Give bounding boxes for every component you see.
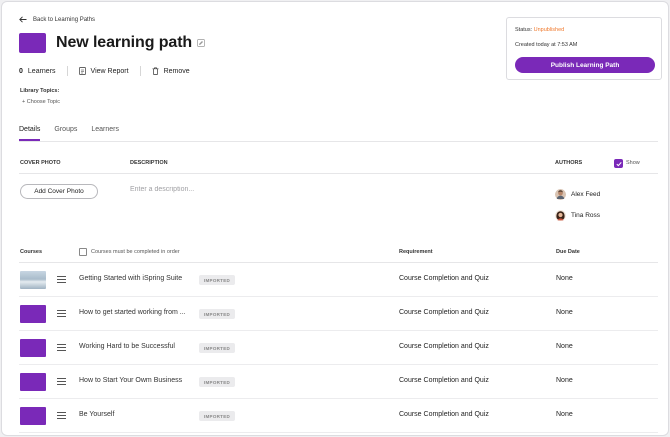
course-thumbnail [20,373,46,391]
course-due-date[interactable]: None [556,343,573,350]
report-icon [78,67,86,75]
divider [19,173,658,174]
course-name[interactable]: Getting Started with iSpring Suite [79,275,182,282]
drag-handle-icon[interactable] [57,378,66,385]
status-value: Unpublished [533,27,565,33]
course-due-date[interactable]: None [556,309,573,316]
path-cover-thumbnail [19,33,46,53]
description-header: DESCRIPTION [130,160,168,166]
author-name: Alex Feed [571,191,601,198]
tab-groups[interactable]: Groups [54,126,77,141]
course-name[interactable]: How to get started working from ... [79,309,186,316]
course-requirement[interactable]: Course Completion and Quiz [399,411,489,418]
choose-topic-button[interactable]: + Choose Topic [22,99,60,105]
status-label: Status: [515,27,533,33]
complete-in-order-label: Courses must be completed in order [91,249,180,255]
course-name[interactable]: How to Start Your Owm Business [79,377,182,384]
course-name[interactable]: Be Yourself [79,411,114,418]
description-input[interactable] [130,182,350,196]
learners-count[interactable]: 0 Learners [19,68,56,75]
learners-count-value: 0 [19,67,23,75]
table-row[interactable]: Working Hard to be Successful IMPORTED C… [19,331,658,365]
arrow-left-icon [19,16,27,23]
table-row[interactable]: How to get started working from ... IMPO… [19,297,658,331]
author-name: Tina Ross [571,212,601,219]
course-requirement[interactable]: Course Completion and Quiz [399,275,489,282]
course-thumbnail [20,305,46,323]
tab-learners[interactable]: Learners [91,126,119,141]
view-report-button[interactable]: View Report [78,67,129,75]
imported-badge: IMPORTED [199,377,235,387]
course-due-date[interactable]: None [556,377,573,384]
requirement-header: Requirement [399,249,433,255]
path-actions: 0 Learners View Report Remove [19,66,190,76]
remove-button[interactable]: Remove [152,67,190,75]
divider [19,141,658,142]
trash-icon [152,67,159,75]
due-date-header: Due Date [556,249,580,255]
table-row[interactable]: How to Start Your Owm Business IMPORTED … [19,365,658,399]
drag-handle-icon[interactable] [57,276,66,283]
back-link-label: Back to Learning Paths [33,16,96,23]
publish-button[interactable]: Publish Learning Path [515,57,655,73]
remove-label: Remove [163,67,190,75]
course-requirement[interactable]: Course Completion and Quiz [399,309,489,316]
course-name[interactable]: Working Hard to be Successful [79,343,175,350]
add-cover-photo-button[interactable]: Add Cover Photo [20,184,98,199]
cover-photo-header: COVER PHOTO [20,160,61,166]
show-authors-label: Show [626,160,640,166]
divider [139,66,141,76]
drag-handle-icon[interactable] [57,412,66,419]
learners-count-label: Learners [27,67,56,75]
course-requirement[interactable]: Course Completion and Quiz [399,377,489,384]
courses-header: Courses [20,249,43,255]
checkmark-icon [615,161,622,166]
status-line: Status: Unpublished [515,27,564,33]
imported-badge: IMPORTED [199,343,235,353]
view-report-label: View Report [90,67,129,75]
created-timestamp: Created today at 7:53 AM [515,42,578,48]
drag-handle-icon[interactable] [57,344,66,351]
imported-badge: IMPORTED [199,309,235,319]
page-title: New learning path [56,34,193,51]
course-thumbnail [20,407,46,425]
course-requirement[interactable]: Course Completion and Quiz [399,343,489,350]
author-item: Tina Ross [555,210,600,221]
complete-in-order-checkbox[interactable] [79,248,87,256]
library-topics-label: Library Topics: [20,88,60,94]
course-due-date[interactable]: None [556,411,573,418]
divider [66,66,68,76]
course-due-date[interactable]: None [556,275,573,282]
title-row: New learning path [19,33,205,53]
show-authors-checkbox[interactable] [614,159,623,168]
learning-path-editor: Back to Learning Paths New learning path… [1,1,669,436]
back-link[interactable]: Back to Learning Paths [19,16,95,23]
table-row[interactable]: Getting Started with iSpring Suite IMPOR… [19,263,658,297]
pencil-icon[interactable] [197,39,205,47]
avatar [555,210,566,221]
tab-details[interactable]: Details [19,126,41,141]
course-thumbnail [20,339,46,357]
drag-handle-icon[interactable] [57,310,66,317]
imported-badge: IMPORTED [199,411,235,421]
avatar [555,189,566,200]
authors-header: AUTHORS [555,160,583,166]
imported-badge: IMPORTED [199,275,235,285]
author-item: Alex Feed [555,189,600,200]
course-thumbnail [20,271,46,289]
tab-bar: Details Groups Learners [19,126,133,141]
status-card: Status: Unpublished Created today at 7:5… [506,17,662,80]
table-row[interactable]: Be Yourself IMPORTED Course Completion a… [19,399,658,433]
